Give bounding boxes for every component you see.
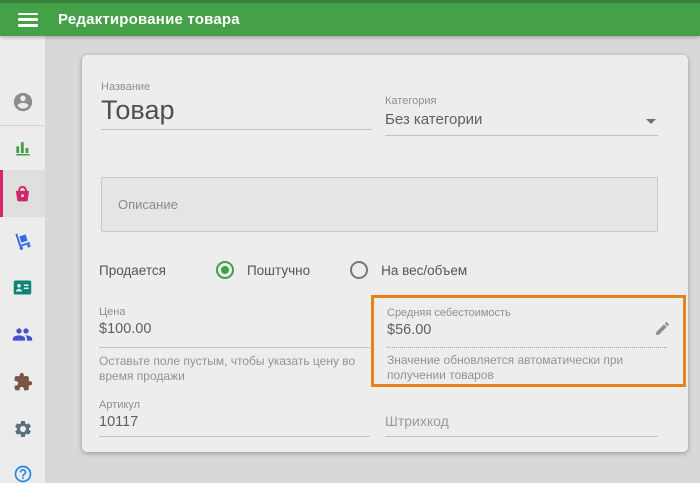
description-placeholder: Описание bbox=[118, 197, 178, 212]
category-select-underline bbox=[385, 135, 658, 136]
items-basket-icon bbox=[12, 183, 33, 204]
price-hint: Оставьте поле пустым, чтобы указать цену… bbox=[99, 354, 356, 383]
cost-hint: Значение обновляется автоматически при п… bbox=[387, 353, 624, 382]
page-title: Редактирование товара bbox=[58, 11, 240, 28]
barcode-input-underline bbox=[385, 436, 658, 437]
sidebar-item-help[interactable] bbox=[0, 452, 45, 483]
price-input-underline bbox=[99, 347, 370, 348]
sku-field-label: Артикул bbox=[99, 399, 141, 411]
price-field-label: Цена bbox=[99, 306, 126, 318]
barcode-input[interactable]: Штрихкод bbox=[385, 413, 449, 429]
edit-item-card: Название Товар Категория Без категории О… bbox=[82, 55, 688, 452]
cost-value: $56.00 bbox=[387, 322, 432, 338]
app-header: Редактирование товара bbox=[0, 0, 700, 36]
sidebar bbox=[0, 36, 45, 483]
edit-pencil-icon[interactable] bbox=[654, 320, 671, 342]
sold-by-label: Продается bbox=[99, 262, 166, 278]
description-textarea[interactable]: Описание bbox=[101, 177, 658, 232]
name-input-underline bbox=[101, 129, 372, 130]
sidebar-item-integrations[interactable] bbox=[0, 358, 45, 405]
name-input[interactable]: Товар bbox=[101, 95, 174, 126]
customers-card-icon bbox=[12, 277, 33, 298]
sku-input[interactable]: 10117 bbox=[99, 414, 138, 430]
sidebar-item-items[interactable] bbox=[0, 170, 45, 217]
sidebar-item-inventory[interactable] bbox=[0, 217, 45, 264]
settings-gear-icon bbox=[13, 419, 33, 439]
cost-dotted-underline bbox=[387, 347, 667, 348]
radio-weight-label: На вес/объем bbox=[381, 262, 468, 278]
main-area: Название Товар Категория Без категории О… bbox=[45, 36, 700, 483]
cost-field-label: Средняя себестоимость bbox=[387, 307, 511, 319]
sidebar-item-customers[interactable] bbox=[0, 264, 45, 311]
menu-hamburger-icon[interactable] bbox=[18, 12, 38, 27]
category-select[interactable]: Без категории bbox=[385, 111, 482, 128]
account-icon bbox=[12, 91, 34, 113]
sku-input-underline bbox=[99, 436, 370, 437]
name-field-label: Название bbox=[101, 81, 151, 93]
average-cost-highlight-box: Средняя себестоимость $56.00 Значение об… bbox=[371, 295, 686, 387]
inventory-handtruck-icon bbox=[12, 230, 33, 251]
employees-icon bbox=[12, 324, 33, 345]
sold-by-row: Продается Поштучно На вес/объем bbox=[99, 260, 507, 280]
sidebar-item-settings[interactable] bbox=[0, 405, 45, 452]
category-field-label: Категория bbox=[385, 95, 437, 107]
radio-each-label: Поштучно bbox=[246, 262, 311, 278]
sidebar-item-reports[interactable] bbox=[0, 126, 45, 170]
price-input[interactable]: $100.00 bbox=[99, 321, 151, 337]
sidebar-item-account[interactable] bbox=[0, 78, 45, 125]
radio-weight[interactable] bbox=[350, 261, 369, 279]
chevron-down-icon[interactable] bbox=[646, 119, 656, 124]
radio-each[interactable] bbox=[215, 261, 234, 279]
integrations-puzzle-icon bbox=[13, 372, 33, 392]
sidebar-item-employees[interactable] bbox=[0, 311, 45, 358]
help-icon bbox=[13, 464, 33, 483]
reports-chart-icon bbox=[13, 138, 33, 158]
